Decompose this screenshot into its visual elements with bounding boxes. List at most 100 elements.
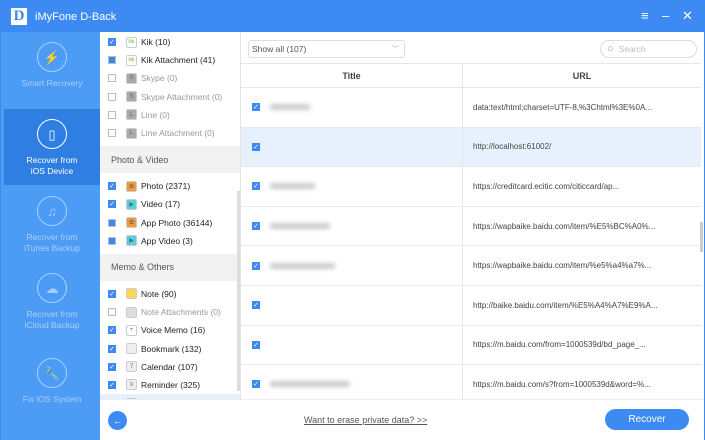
checkbox[interactable] [108,56,116,65]
checkbox[interactable]: ✓ [108,200,116,209]
row-checkbox[interactable]: ✓ [252,340,260,349]
category-icon: ▶ [126,235,137,247]
url-cell: https://creditcard.ecitic.com/citiccard/… [473,181,620,191]
category-item[interactable]: Note Attachments (0) [100,303,240,321]
category-item[interactable]: ✓ Note (90) [100,285,240,303]
category-item[interactable]: S Skype Attachment (0) [100,88,240,106]
table-row[interactable]: ✓ https://creditcard.ecitic.com/citiccard… [241,167,701,207]
checkbox[interactable]: ✓ [108,289,116,298]
kik-icon: kik [126,36,137,48]
table-row[interactable]: ✓ data:text/html;charset=UTF-8,%3Chtml%3E… [241,88,701,128]
app-title: iMyFone D-Back [35,10,117,23]
category-item[interactable]: ✓ ✿ Photo (2371) [100,177,240,195]
recover-button[interactable]: Recover [605,409,689,430]
table-row[interactable]: ✓ https://wapbaike.baidu.com/item/%e5%a4%… [241,246,701,286]
checkbox[interactable] [108,129,116,138]
category-icon: S [126,91,137,103]
close-icon[interactable]: ✕ [682,8,693,24]
table-row[interactable]: ✓ http://baike.baidu.com/item/%E5%A4%A7%E… [241,285,701,326]
category-item[interactable]: ✓ ≡ Reminder (325) [100,376,240,394]
sidebar-item-smart-recovery[interactable]: ⚡ Smart Recovery [4,32,100,108]
erase-private-data-link[interactable]: Want to erase private data? >> [304,415,427,425]
title-cell: ✓ [241,206,463,246]
category-label: Kik (10) [141,37,171,48]
smart-recovery-icon: ⚡ [37,42,67,72]
category-label: Kik Attachment (41) [141,55,216,66]
row-checkbox[interactable]: ✓ [252,380,260,389]
title-cell: ✓ [241,285,463,325]
category-item[interactable]: ▶ App Video (3) [100,232,240,250]
category-label: Line (0) [141,109,170,120]
sidebar-item-label: Recover from [26,155,78,165]
category-item[interactable]: ✓ 7 Calendar (107) [100,358,240,376]
row-checkbox[interactable]: ✓ [252,182,260,191]
column-title[interactable]: Title [241,64,463,87]
category-icon: ✿ [126,180,137,192]
checkbox[interactable]: ✓ [108,326,116,335]
category-label: Line Attachment (0) [141,128,215,139]
row-checkbox[interactable]: ✓ [252,142,260,151]
category-item[interactable]: ✿ App Photo (36144) [100,214,240,232]
checkbox[interactable] [108,92,116,101]
row-checkbox[interactable]: ✓ [252,103,260,112]
checkbox[interactable] [108,308,116,317]
category-item[interactable]: kik Kik Attachment (41) [100,51,240,69]
icloud-backup-icon: ☁ [37,273,67,303]
checkbox[interactable]: ✓ [108,38,116,47]
table-row[interactable]: ✓ http://localhost:61002/ [241,127,701,168]
row-checkbox[interactable]: ✓ [252,301,260,310]
url-cell: https://m.baidu.com/s?from=1000539d&word… [473,379,651,389]
category-item[interactable]: ✓ + Voice Memo (16) [100,321,240,339]
row-checkbox[interactable]: ✓ [252,222,260,231]
url-cell: https://wapbaike.baidu.com/item/%E5%BC%A… [473,221,656,231]
sidebar-item-itunes-backup[interactable]: ♫ Recover from iTunes Backup [4,186,100,262]
sidebar-item-ios-device[interactable]: ▯ Recover from iOS Device [4,109,100,185]
category-item[interactable]: L Line Attachment (0) [100,124,240,142]
url-cell: https://m.baidu.com/from=1000539d/bd_pag… [473,340,646,350]
category-item[interactable]: ✓ Bookmark (132) [100,339,240,357]
minimize-icon[interactable]: – [662,8,669,23]
checkbox[interactable] [108,74,116,83]
table-row[interactable]: ✓ https://m.baidu.com/from=1000539d/bd_pa… [241,325,701,366]
category-icon: ✿ [126,217,137,229]
filter-dropdown[interactable]: Show all (107) ﹀ [248,40,405,58]
arrow-left-icon: ← [113,415,122,426]
search-placeholder: Search [618,44,646,54]
category-icon: ▶ [126,198,137,210]
checkbox[interactable]: ✓ [108,344,116,353]
column-url[interactable]: URL [463,64,701,87]
row-checkbox[interactable]: ✓ [252,261,260,270]
checkbox[interactable] [108,218,116,227]
category-label: Skype Attachment (0) [141,91,223,102]
back-button[interactable]: ← [108,411,127,430]
category-scrollbar[interactable] [237,191,240,391]
table-row[interactable]: ✓ https://wapbaike.baidu.com/item/%E5%BC%… [241,206,701,247]
category-item[interactable]: L Line (0) [100,106,240,124]
checkbox[interactable] [108,110,116,119]
category-label: Note (90) [141,288,177,299]
category-label: Reminder (325) [141,379,201,390]
sidebar-item-icloud-backup[interactable]: ☁ Recover from iCloud Backup [4,263,100,339]
blurred-title [270,183,315,190]
category-icon: 7 [126,361,137,373]
search-input[interactable]: ○ Search [600,40,697,58]
sidebar-item-fix-ios[interactable]: 🔧 Fix iOS System [4,340,100,416]
table-scrollbar[interactable] [700,222,703,252]
category-item[interactable]: ✓ kik Kik (10) [100,33,240,51]
category-label: App Video (3) [141,235,193,246]
checkbox[interactable]: ✓ [108,182,116,191]
category-icon [126,288,137,300]
sidebar-item-label: iOS Device [30,166,74,176]
category-item[interactable]: S Skype (0) [100,69,240,87]
url-cell: http://baike.baidu.com/item/%E5%A4%A7%E9… [473,300,658,310]
checkbox[interactable]: ✓ [108,380,116,389]
sidebar-item-label: Smart Recovery [21,78,83,88]
checkbox[interactable] [108,236,116,245]
ios-device-icon: ▯ [37,119,67,149]
menu-icon[interactable]: ≡ [641,8,649,23]
category-label: Voice Memo (16) [141,325,206,336]
checkbox[interactable]: ✓ [108,362,116,371]
app-window: D iMyFone D-Back ≡ – ✕ ⚡ Smart Recovery ▯ R… [0,0,705,440]
category-item[interactable]: ✓ ▶ Video (17) [100,195,240,213]
title-cell: ✓ [241,365,463,404]
